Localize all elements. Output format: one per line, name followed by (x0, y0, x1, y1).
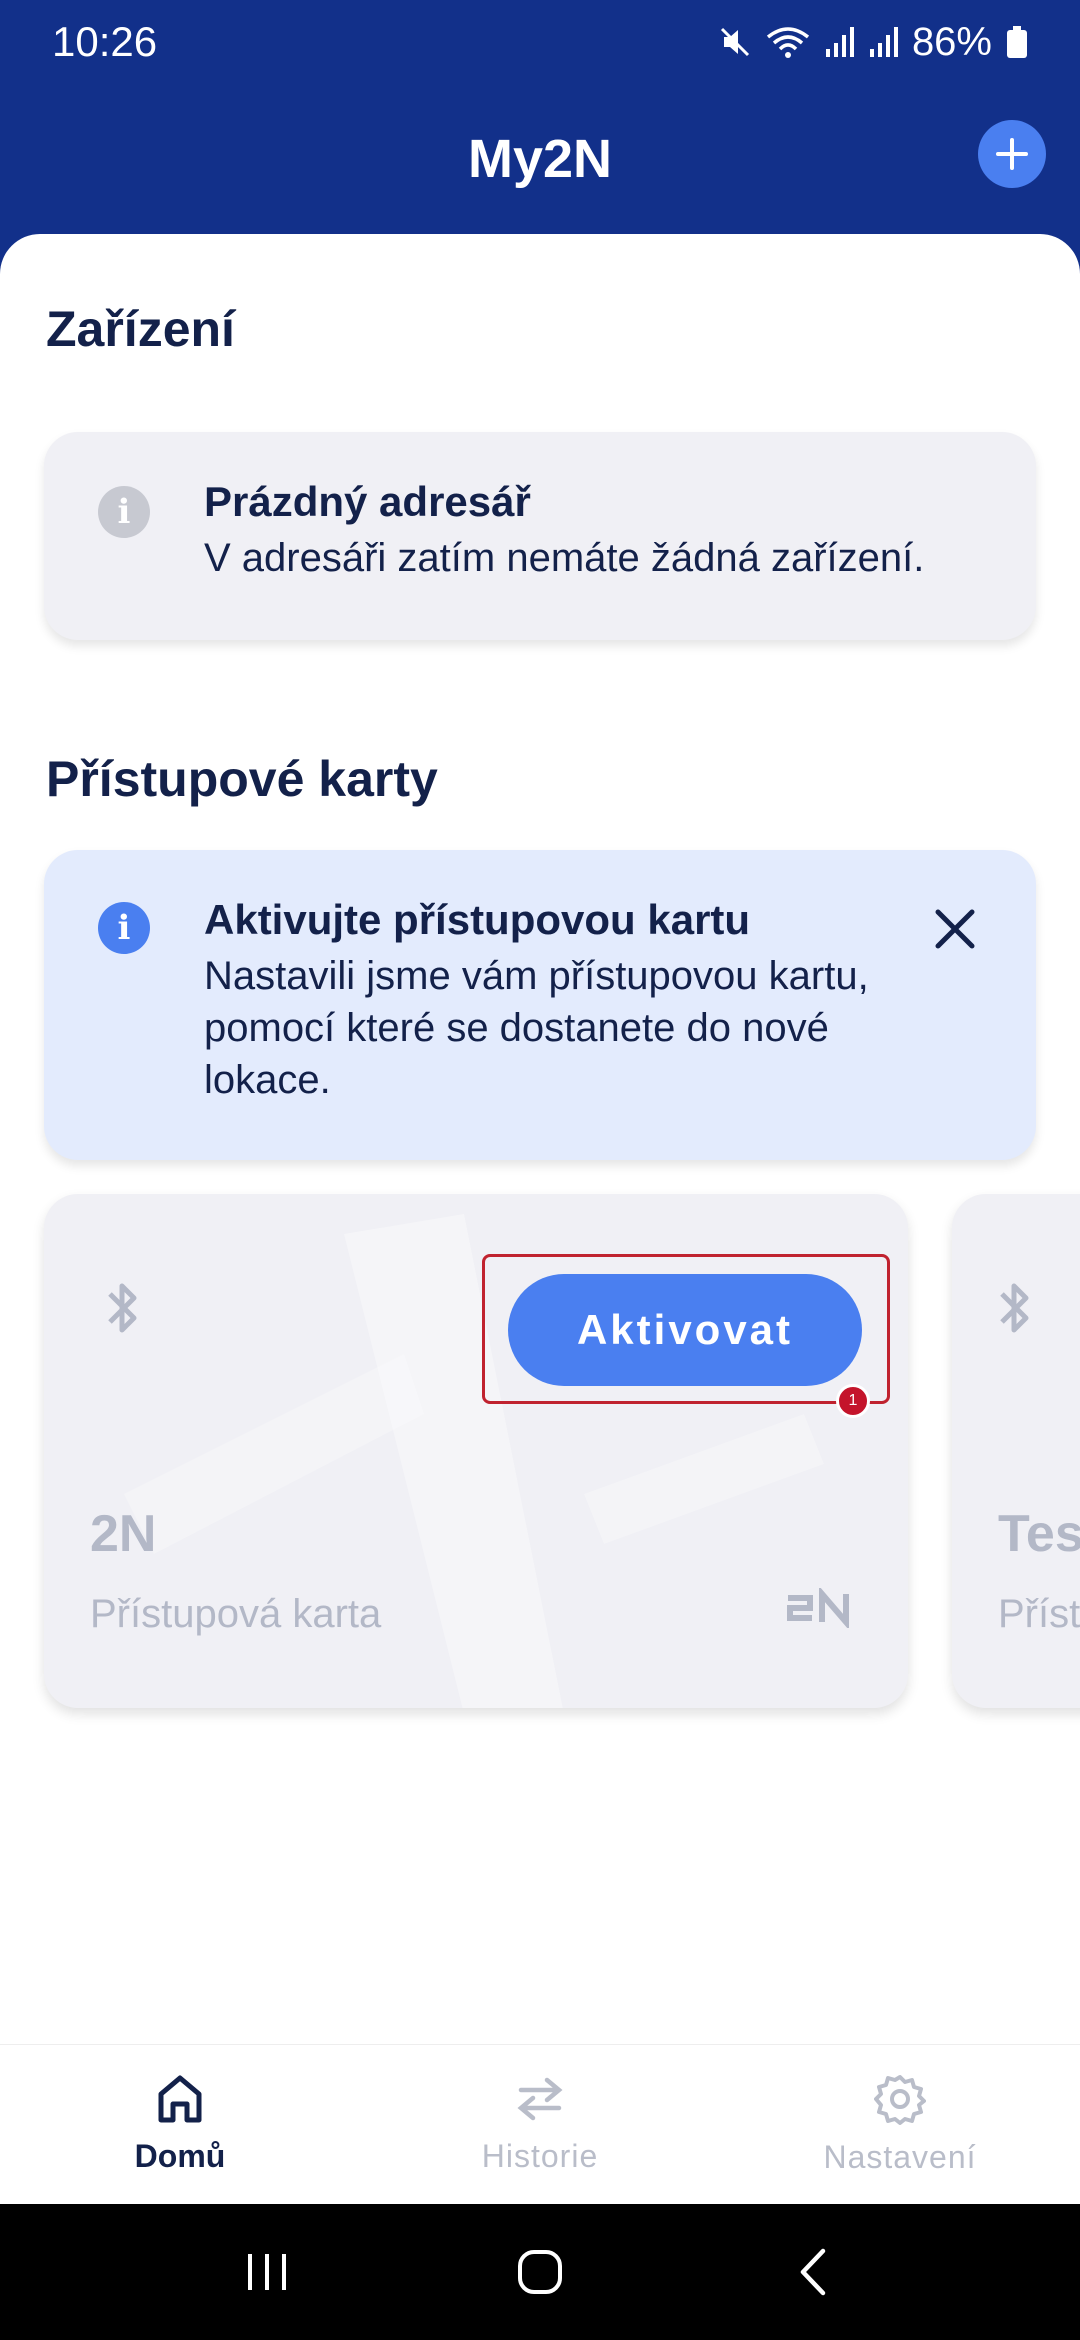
access-card[interactable]: Aktivovat 1 2N Přístupová karta (44, 1194, 908, 1708)
main-content: Zařízení i Prázdný adresář V adresáři za… (0, 234, 1080, 2044)
activate-card-heading: Aktivujte přístupovou kartu (204, 896, 751, 943)
recent-apps-button[interactable] (227, 2232, 307, 2312)
signal-icon (869, 27, 898, 57)
notification-badge: 1 (836, 1384, 870, 1418)
home-icon (158, 2075, 202, 2123)
nav-label-settings: Nastavení (823, 2139, 977, 2175)
devices-section-title: Zařízení (46, 301, 235, 357)
system-navigation-bar (0, 2204, 1080, 2340)
activate-card-body: Nastavili jsme vám přístupovou kartu, po… (204, 954, 869, 1102)
empty-directory-text: Prázdný adresář V adresáři zatím nemáte … (204, 472, 976, 584)
2n-logo (787, 1588, 849, 1628)
battery-icon (1007, 26, 1027, 58)
close-banner-button[interactable] (930, 904, 980, 954)
plus-icon (996, 138, 1028, 170)
activate-card-banner: i Aktivujte přístupovou kartu Nastavili … (44, 850, 1036, 1160)
back-icon (801, 2248, 826, 2296)
close-icon (935, 909, 975, 949)
access-card[interactable]: Tes Příst (952, 1194, 1080, 1708)
back-button[interactable] (773, 2232, 853, 2312)
home-system-icon (517, 2250, 562, 2294)
activate-button[interactable]: Aktivovat (508, 1274, 862, 1386)
card-type: Přístupová karta (90, 1592, 382, 1636)
wifi-icon (766, 27, 810, 58)
card-type: Příst (998, 1592, 1080, 1636)
empty-directory-body: V adresáři zatím nemáte žádná zařízení. (204, 536, 925, 580)
battery-percent: 86% (911, 19, 992, 64)
empty-directory-info: i Prázdný adresář V adresáři zatím nemát… (44, 432, 1036, 640)
mute-icon (720, 27, 749, 57)
gear-icon (874, 2075, 926, 2125)
recent-apps-icon (247, 2254, 286, 2290)
status-icons: 86% (718, 20, 1028, 65)
nav-item-history[interactable]: Historie (360, 2045, 720, 2204)
info-icon: i (98, 486, 150, 538)
nav-item-home[interactable]: Domů (0, 2045, 360, 2204)
card-name: Tes (998, 1505, 1080, 1563)
status-bar: 10:26 86% (0, 0, 1080, 84)
cards-section-title: Přístupové karty (46, 751, 438, 807)
nav-label-history: Historie (481, 2138, 599, 2174)
status-time: 10:26 (52, 18, 158, 65)
home-system-button[interactable] (500, 2232, 580, 2312)
card-name: 2N (90, 1505, 157, 1563)
bluetooth-icon (1000, 1283, 1029, 1333)
nav-label-home: Domů (134, 2138, 226, 2174)
history-icon (517, 2077, 563, 2121)
empty-directory-heading: Prázdný adresář (204, 478, 531, 525)
info-icon: i (98, 902, 150, 954)
activate-card-text: Aktivujte přístupovou kartu Nastavili js… (204, 890, 916, 1106)
bluetooth-icon (108, 1283, 137, 1333)
add-button[interactable] (978, 120, 1046, 188)
signal-icon (825, 27, 854, 57)
app-bar: My2N (0, 84, 1080, 234)
bottom-navigation: Domů Historie Nastavení (0, 2044, 1080, 2204)
app-title: My2N (467, 129, 613, 189)
nav-item-settings[interactable]: Nastavení (720, 2045, 1080, 2204)
